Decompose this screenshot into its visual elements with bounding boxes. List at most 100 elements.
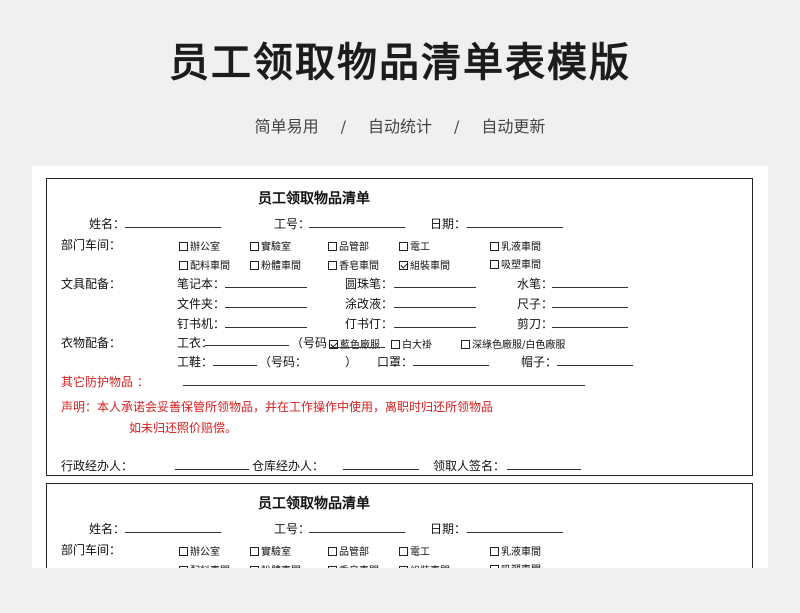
work-clothes-field[interactable] <box>205 345 289 346</box>
page-title: 员工领取物品清单表模版 <box>169 40 631 86</box>
dept-option[interactable]: 電工 <box>399 543 430 558</box>
mask-field[interactable] <box>413 365 489 366</box>
stationery-field[interactable] <box>394 307 476 308</box>
dept-option[interactable]: 電工 <box>399 238 430 253</box>
separator: / <box>340 117 346 136</box>
feature-list: 简单易用 / 自动统计 / 自动更新 <box>0 113 800 137</box>
checkbox[interactable] <box>391 340 400 349</box>
checkbox[interactable] <box>250 547 259 556</box>
dept-option[interactable]: 香皂車間 <box>328 562 379 568</box>
item-receipt-form: 员工领取物品清单 姓名： 工号： 日期： 部门车间： 辦公室 實驗室 品管部 電… <box>46 178 753 476</box>
stationery-field[interactable] <box>394 287 476 288</box>
employee-id-label: 工号： <box>274 217 311 231</box>
shoes-field[interactable] <box>213 365 257 366</box>
clothes-option[interactable]: 深綠色廠服/白色廠服 <box>461 336 565 351</box>
stationery-field[interactable] <box>225 287 307 288</box>
dept-option[interactable]: 香皂車間 <box>328 257 379 272</box>
date-field[interactable] <box>467 227 563 228</box>
dept-option[interactable]: 辦公室 <box>179 543 220 558</box>
checkbox[interactable] <box>179 242 188 251</box>
dept-option[interactable]: 組裝車間 <box>399 257 450 272</box>
name-label: 姓名： <box>89 522 126 536</box>
checkbox[interactable] <box>328 566 337 568</box>
dept-option[interactable]: 粉體車間 <box>250 562 301 568</box>
dept-option[interactable]: 配料車間 <box>179 562 230 568</box>
checkbox[interactable] <box>250 261 259 270</box>
statement-text-cont: 如未归还照价赔偿。 <box>129 421 238 435</box>
checkbox-checked[interactable] <box>399 261 408 270</box>
dept-option[interactable]: 粉體車間 <box>250 257 301 272</box>
separator: / <box>454 117 460 136</box>
checkbox[interactable] <box>250 242 259 251</box>
checkbox[interactable] <box>179 261 188 270</box>
employee-id-field[interactable] <box>309 227 405 228</box>
dept-option[interactable]: 實驗室 <box>250 543 291 558</box>
date-field[interactable] <box>467 532 563 533</box>
receiver-label: 领取人签名： <box>433 459 506 473</box>
size-label: （号码 <box>291 336 328 350</box>
clothes-option[interactable]: 藍色廠服 <box>329 336 380 351</box>
dept-option[interactable]: 辦公室 <box>179 238 220 253</box>
dept-option[interactable]: 配料車間 <box>179 257 230 272</box>
dept-option[interactable]: 品管部 <box>328 543 369 558</box>
checkbox[interactable] <box>490 565 499 568</box>
hat-field[interactable] <box>557 365 633 366</box>
stationery-field[interactable] <box>552 307 628 308</box>
warehouse-label: 仓库经办人： <box>252 459 325 473</box>
stationery-item: 文件夹： <box>177 297 226 311</box>
checkbox[interactable] <box>179 566 188 568</box>
feature-auto-stats: 自动统计 <box>367 117 432 136</box>
checkbox[interactable] <box>179 547 188 556</box>
dept-option[interactable]: 組裝車間 <box>399 562 450 568</box>
stationery-item: 仃书仃： <box>345 317 394 331</box>
checkbox[interactable] <box>490 547 499 556</box>
work-clothes-label: 工衣： <box>177 336 214 350</box>
checkbox[interactable] <box>328 242 337 251</box>
checkbox[interactable] <box>328 547 337 556</box>
checkbox[interactable] <box>399 547 408 556</box>
warehouse-signature-field[interactable] <box>343 469 419 470</box>
dept-option[interactable]: 吸塑車間 <box>490 256 541 271</box>
stationery-label: 文具配备： <box>61 277 122 291</box>
size-close: ） <box>345 355 358 369</box>
underline <box>329 347 385 348</box>
stationery-item: 圆珠笔： <box>345 277 394 291</box>
stationery-field[interactable] <box>552 287 628 288</box>
item-receipt-form-copy: 员工领取物品清单 姓名： 工号： 日期： 部门车间： 辦公室 實驗室 品管部 電… <box>46 483 753 568</box>
receiver-signature-field[interactable] <box>507 469 581 470</box>
form-title: 员工领取物品清单 <box>258 191 370 207</box>
checkbox[interactable] <box>490 260 499 269</box>
dept-option[interactable]: 品管部 <box>328 238 369 253</box>
name-label: 姓名： <box>89 217 126 231</box>
admin-signature-field[interactable] <box>175 469 249 470</box>
form-title: 员工领取物品清单 <box>258 496 370 512</box>
other-protection-field[interactable] <box>183 385 585 386</box>
other-protection-label: 其它防护物品 ： <box>61 375 149 389</box>
stationery-item: 水笔： <box>517 277 554 291</box>
name-field[interactable] <box>125 532 221 533</box>
checkbox[interactable] <box>461 340 470 349</box>
department-label: 部门车间： <box>61 543 122 557</box>
stationery-item: 涂改液： <box>345 297 394 311</box>
date-label: 日期： <box>430 522 467 536</box>
stationery-field[interactable] <box>225 307 307 308</box>
dept-option[interactable]: 實驗室 <box>250 238 291 253</box>
clothes-option[interactable]: 白大褂 <box>391 336 432 351</box>
shoe-size-label: （号码： <box>259 355 308 369</box>
checkbox[interactable] <box>399 242 408 251</box>
date-label: 日期： <box>430 217 467 231</box>
checkbox[interactable] <box>490 242 499 251</box>
dept-option[interactable]: 吸塑車間 <box>490 561 541 568</box>
employee-id-field[interactable] <box>309 532 405 533</box>
stationery-field[interactable] <box>394 327 476 328</box>
dept-option[interactable]: 乳液車間 <box>490 543 541 558</box>
hat-label: 帽子： <box>521 355 558 369</box>
name-field[interactable] <box>125 227 221 228</box>
checkbox[interactable] <box>250 566 259 568</box>
dept-option[interactable]: 乳液車間 <box>490 238 541 253</box>
stationery-field[interactable] <box>225 327 307 328</box>
feature-auto-update: 自动更新 <box>481 117 546 136</box>
stationery-field[interactable] <box>552 327 628 328</box>
checkbox[interactable] <box>328 261 337 270</box>
checkbox-checked[interactable] <box>399 566 408 568</box>
